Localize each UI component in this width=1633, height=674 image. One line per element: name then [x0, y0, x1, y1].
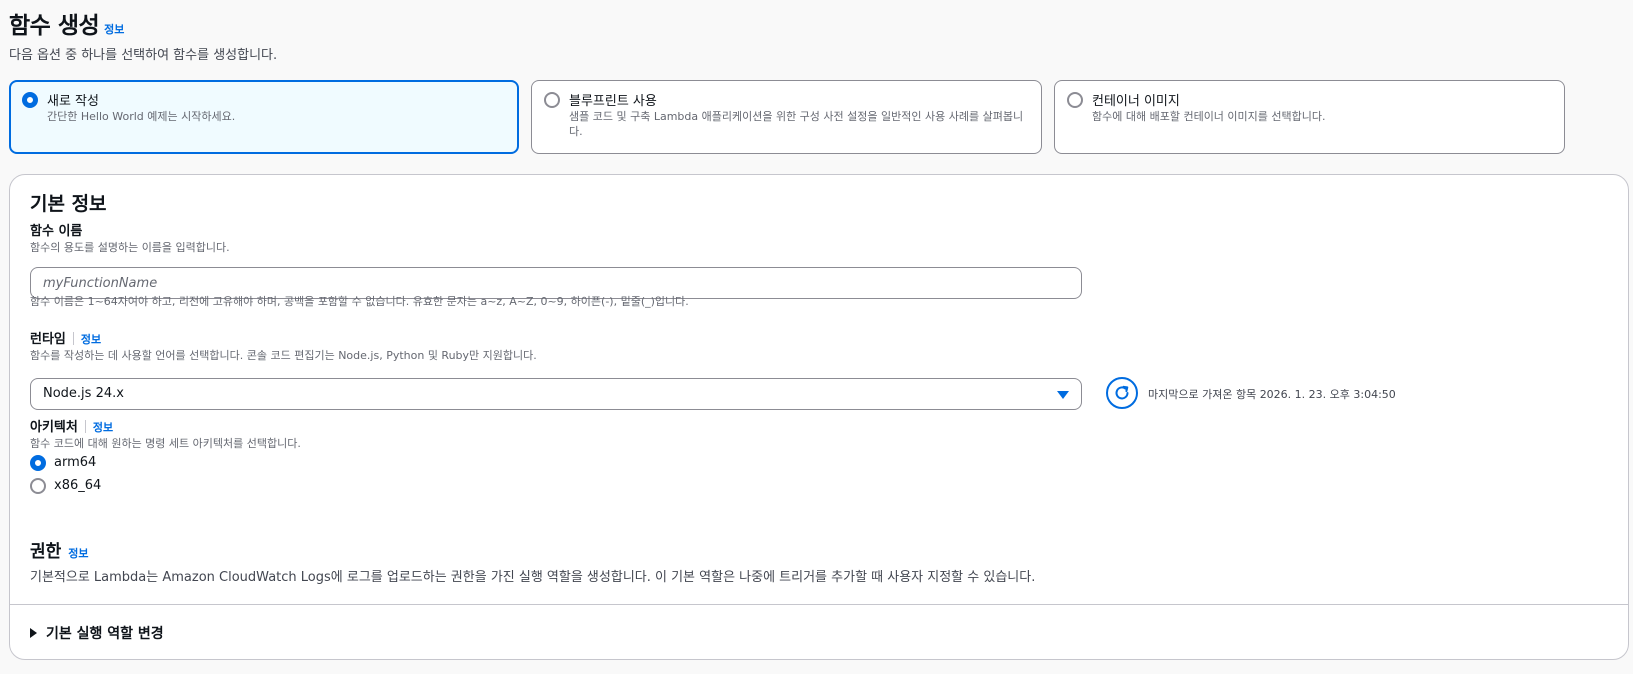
- label-separator: [84, 420, 86, 433]
- function-name-label: 함수 이름: [30, 224, 83, 239]
- permissions-title-row: 권한 정보: [30, 537, 89, 562]
- option-description: 함수에 대해 배포할 컨테이너 이미지를 선택합니다.: [1092, 110, 1326, 123]
- architecture-info-link[interactable]: 정보: [93, 421, 113, 434]
- expander-label: 기본 실행 역할 변경: [46, 626, 164, 642]
- section-title: 기본 정보: [30, 193, 107, 215]
- caret-right-icon: [30, 628, 37, 638]
- caret-down-icon: [1057, 391, 1069, 399]
- page-title: 함수 생성: [9, 13, 100, 39]
- architecture-option-label: arm64: [54, 455, 97, 470]
- architecture-label-row: 아키텍처 정보: [30, 416, 113, 435]
- option-description: 간단한 Hello World 예제는 시작하세요.: [47, 110, 236, 123]
- page-header: 함수 생성 정보: [9, 6, 124, 40]
- permissions-title: 권한: [30, 542, 62, 562]
- runtime-description: 함수를 작성하는 데 사용할 언어를 선택합니다. 콘솔 코드 편집기는 Nod…: [30, 349, 537, 362]
- page-info-link[interactable]: 정보: [104, 23, 124, 36]
- option-container-image[interactable]: 컨테이너 이미지 함수에 대해 배포할 컨테이너 이미지를 선택합니다.: [1054, 80, 1565, 154]
- architecture-label: 아키텍처: [30, 420, 78, 435]
- radio-x86_64[interactable]: [30, 478, 46, 494]
- function-name-constraint: 함수 이름은 1~64자여야 하고, 리전에 고유해야 하며, 공백을 포함할 …: [30, 295, 689, 308]
- radio-arm64[interactable]: [30, 455, 46, 471]
- runtime-label-row: 런타임 정보: [30, 328, 101, 347]
- refresh-runtimes-button[interactable]: [1106, 377, 1138, 409]
- option-author-from-scratch[interactable]: 새로 작성 간단한 Hello World 예제는 시작하세요.: [9, 80, 519, 154]
- option-label: 컨테이너 이미지: [1092, 94, 1180, 109]
- refresh-icon: [1115, 385, 1129, 400]
- runtime-info-link[interactable]: 정보: [81, 333, 101, 346]
- permissions-description: 기본적으로 Lambda는 Amazon CloudWatch Logs에 로그…: [30, 570, 1036, 585]
- option-use-blueprint[interactable]: 블루프린트 사용 샘플 코드 및 구축 Lambda 애플리케이션을 위한 구성…: [531, 80, 1042, 154]
- option-radio-container-image[interactable]: [1067, 92, 1083, 108]
- last-fetched-text: 마지막으로 가져온 항목 2026. 1. 23. 오후 3:04:50: [1148, 388, 1396, 401]
- basic-info-panel: 기본 정보 함수 이름 함수의 용도를 설명하는 이름을 입력합니다. 함수 이…: [9, 174, 1629, 660]
- option-label: 블루프린트 사용: [569, 94, 657, 109]
- option-label: 새로 작성: [47, 94, 99, 109]
- page-description: 다음 옵션 중 하나를 선택하여 함수를 생성합니다.: [9, 48, 278, 63]
- option-description: 샘플 코드 및 구축 Lambda 애플리케이션을 위한 구성 사전 설정을 일…: [569, 110, 1024, 138]
- option-radio-author-from-scratch[interactable]: [22, 92, 38, 108]
- runtime-label: 런타임: [30, 332, 66, 347]
- section-divider: [10, 604, 1628, 605]
- runtime-select[interactable]: Node.js 24.x: [30, 378, 1082, 410]
- architecture-option-label: x86_64: [54, 478, 102, 493]
- architecture-description: 함수 코드에 대해 원하는 명령 세트 아키텍처를 선택합니다.: [30, 437, 301, 450]
- option-radio-use-blueprint[interactable]: [544, 92, 560, 108]
- runtime-selected-value: Node.js 24.x: [43, 386, 124, 401]
- function-name-description: 함수의 용도를 설명하는 이름을 입력합니다.: [30, 241, 230, 254]
- label-separator: [72, 332, 74, 345]
- permissions-info-link[interactable]: 정보: [68, 547, 88, 560]
- change-default-execution-role-expander[interactable]: 기본 실행 역할 변경: [30, 623, 164, 643]
